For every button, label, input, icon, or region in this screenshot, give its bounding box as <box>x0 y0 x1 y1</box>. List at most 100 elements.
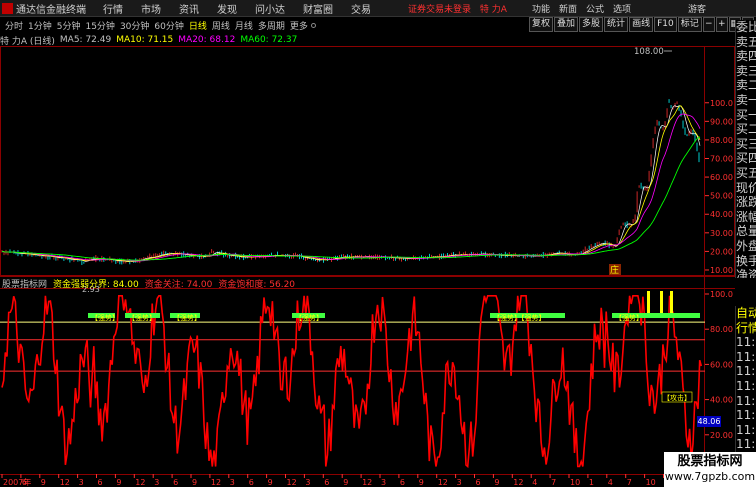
attack-bar <box>670 291 673 313</box>
ma10-line <box>2 105 701 262</box>
attack-bar <box>660 291 663 313</box>
x-tick-label: 3 <box>230 478 235 487</box>
sidebar-item: 卖二 <box>736 78 756 93</box>
sidebar-item: 委比 <box>736 20 756 34</box>
sidebar-item: 卖四 <box>736 49 756 64</box>
ind-tick-label: 60.00 <box>710 360 733 369</box>
x-tick-label: 12 <box>513 478 523 487</box>
sidebar-item: 卖一 <box>736 92 756 107</box>
tick-item: 11:1 <box>736 437 756 452</box>
tick-item: 11:1 <box>736 378 756 393</box>
ind-tick-label: 100.0 <box>710 290 733 299</box>
price-tick-label: 60.00 <box>710 173 733 182</box>
x-tick-label: 12 <box>287 478 297 487</box>
price-tick-label: 80.00 <box>710 136 733 145</box>
tick-item: 11:1 <box>736 349 756 364</box>
x-tick-label: 7 <box>551 478 556 487</box>
tick-item: 11:1 <box>736 408 756 423</box>
x-tick-label: 3 <box>381 478 386 487</box>
x-tick-label: 12 <box>60 478 70 487</box>
x-tick-label: 9 <box>419 478 424 487</box>
x-tick-label: 6 <box>22 478 27 487</box>
x-tick-label: 9 <box>494 478 499 487</box>
watermark: 股票指标网 www.7gpzb.com <box>664 452 756 487</box>
x-tick-label: 6 <box>476 478 481 487</box>
x-tick-label: 6 <box>400 478 405 487</box>
x-tick-label: 9 <box>41 478 46 487</box>
sidebar-item: 总量 <box>736 224 756 239</box>
sidebar-item: 涨幅 <box>736 209 756 224</box>
ind-tick-label: 80.00 <box>710 325 733 334</box>
x-tick-label: 3 <box>457 478 462 487</box>
ma60-line <box>2 136 701 261</box>
price-tick-label: 40.00 <box>710 210 733 219</box>
tick-item: 11:1 <box>736 422 756 437</box>
indicator-pane: 【强势】 【强势】 【强势】 【强势】 【强势】【强势】 【强势】【攻击】 <box>0 291 705 469</box>
sidebar-item: 买二 <box>736 122 756 137</box>
strong-signal-label: 【强势】 <box>615 313 643 322</box>
sidebar-item: 涨跌 <box>736 195 756 210</box>
sidebar-item: 买三 <box>736 136 756 151</box>
attack-bar <box>647 291 650 313</box>
sidebar-item: 卖三 <box>736 63 756 78</box>
ma5-line <box>2 105 701 262</box>
x-tick-label: 12 <box>362 478 372 487</box>
strong-signal-label: 【强势】 <box>173 313 201 322</box>
x-tick-label: 3 <box>154 478 159 487</box>
x-tick-label: 3 <box>79 478 84 487</box>
indicator-current-value: 48.06 <box>697 416 721 427</box>
sidebar-item: 换手 <box>736 253 756 268</box>
x-tick-label: 6 <box>98 478 103 487</box>
tick-item[interactable]: 自动 <box>736 306 756 321</box>
indicator-site: 股票指标网 <box>2 280 48 290</box>
tick-item[interactable]: 行情 <box>736 321 756 336</box>
strong-signal-label: 【强势】【强势】 <box>493 313 546 322</box>
price-tick-label: 20.00 <box>710 247 733 256</box>
quote-sidebar: 委比卖五卖四卖三卖二卖一买一买二买三买四买五现价涨跌涨幅总量外盘换手净资收益 <box>735 20 756 278</box>
zhuang-tag: 庄 <box>610 264 619 276</box>
x-tick-label: 4 <box>608 478 613 487</box>
strong-signal-label: 【强势】 <box>91 313 119 322</box>
x-tick-label: 10 <box>646 478 656 487</box>
tick-item: 11:1 <box>736 335 756 350</box>
price-tick-label: 70.00 <box>710 155 733 164</box>
ma20-line <box>2 113 701 262</box>
watermark-title: 股票指标网 <box>677 454 743 469</box>
x-tick-label: 3 <box>305 478 310 487</box>
strong-signal-label: 【强势】 <box>128 313 156 322</box>
x-tick-label: 4 <box>532 478 537 487</box>
attack-label: 【攻击】 <box>663 393 691 402</box>
indicator-line1: 资金强弱分界: 84.00 <box>53 280 139 290</box>
sidebar-item: 买五 <box>736 165 756 180</box>
price-tick-label: 30.00 <box>710 229 733 238</box>
price-tick-label: 100.0 <box>710 99 733 108</box>
tick-item: 11:1 <box>736 393 756 408</box>
x-tick-label: 9 <box>343 478 348 487</box>
price-tick-label: 10.00 <box>710 266 733 275</box>
sidebar-item: 买一 <box>736 107 756 122</box>
watermark-url: www.7gpzb.com <box>664 470 756 483</box>
price-tick-label: 90.00 <box>710 117 733 126</box>
x-tick-label: 12 <box>135 478 145 487</box>
ind-tick-label: 20.00 <box>710 431 733 440</box>
x-tick-label: 9 <box>192 478 197 487</box>
x-tick-label: 10 <box>570 478 580 487</box>
sidebar-item: 买四 <box>736 151 756 166</box>
chart-canvas[interactable]: 108.002.93庄 【强势】 【强势】 【强势】 【强势】 【强势】【强势】 【强势】… <box>0 0 756 487</box>
price-pane-frame <box>0 46 735 276</box>
x-tick-label: 6 <box>324 478 329 487</box>
x-tick-label: 9 <box>116 478 121 487</box>
x-tick-label: 1 <box>589 478 594 487</box>
indicator-line2: 资金关注: 74.00 <box>144 280 213 290</box>
sidebar-item: 净资 <box>736 268 756 278</box>
x-tick-label: 7 <box>627 478 632 487</box>
high-price-label: 108.00 <box>634 47 664 57</box>
chart-grid <box>0 46 735 487</box>
price-tick-label: 50.00 <box>710 192 733 201</box>
axes: 100.0 90.00 80.00 70.00 60.00 50.00 40.00 30.00… <box>1 99 733 487</box>
x-tick-label: 9 <box>268 478 273 487</box>
tick-item: 11:1 <box>736 364 756 379</box>
sidebar-item: 现价 <box>736 180 756 195</box>
x-tick-label: 12 <box>438 478 448 487</box>
price-pane: 108.002.93庄 <box>1 47 701 294</box>
